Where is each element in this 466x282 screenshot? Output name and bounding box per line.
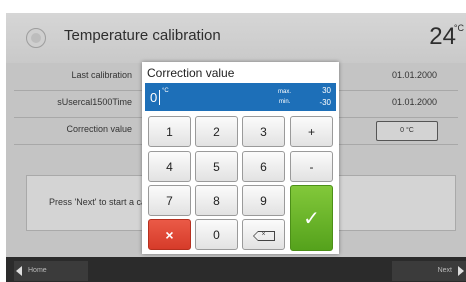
key-7[interactable]: 7	[148, 185, 191, 216]
backspace-x-glyph: ×	[261, 230, 266, 238]
key-8[interactable]: 8	[195, 185, 238, 216]
key-4[interactable]: 4	[148, 151, 191, 182]
key-1[interactable]: 1	[148, 116, 191, 147]
page-title: Temperature calibration	[64, 27, 221, 44]
row-value: 01.01.2000	[392, 97, 438, 107]
max-value: 30	[322, 86, 331, 95]
key-5[interactable]: 5	[195, 151, 238, 182]
backspace-icon: ×	[252, 230, 275, 241]
key-6[interactable]: 6	[242, 151, 285, 182]
key-9[interactable]: 9	[242, 185, 285, 216]
footer-bar: Home Next	[6, 257, 466, 282]
temperature-unit: °C	[453, 23, 464, 33]
row-label: Correction value	[66, 124, 132, 134]
key-0[interactable]: 0	[195, 219, 238, 250]
key-2[interactable]: 2	[195, 116, 238, 147]
entered-value: 0	[150, 90, 158, 105]
text-cursor	[159, 90, 160, 105]
backspace-button[interactable]: ×	[242, 219, 285, 250]
min-value: -30	[319, 98, 331, 107]
home-button[interactable]: Home	[14, 261, 88, 281]
next-button[interactable]: Next	[392, 261, 466, 281]
cancel-x-button[interactable]: ×	[148, 219, 191, 250]
home-label: Home	[28, 267, 47, 274]
temperature-readout: 24	[429, 23, 456, 50]
row-value: 01.01.2000	[392, 70, 438, 80]
key-plus[interactable]: +	[290, 116, 333, 147]
dialog-title: Correction value	[147, 66, 235, 80]
max-label: max.	[278, 89, 292, 95]
key-minus[interactable]: -	[290, 151, 333, 182]
correction-value-dialog: Correction value 0 °C max. min. 30 -30 1…	[142, 62, 339, 254]
row-label: Last calibration	[71, 70, 132, 80]
next-label: Next	[437, 267, 452, 274]
arrow-right-icon	[458, 266, 464, 276]
menu-dial-icon[interactable]	[26, 28, 46, 48]
arrow-left-icon	[16, 266, 22, 276]
value-unit: °C	[162, 88, 169, 94]
key-3[interactable]: 3	[242, 116, 285, 147]
header-bar: Temperature calibration 24 °C	[6, 13, 466, 63]
correction-value-button[interactable]: 0 °C	[376, 121, 438, 141]
value-display: 0 °C max. min. 30 -30	[145, 83, 336, 111]
confirm-check-button[interactable]: ✓	[290, 185, 333, 251]
row-label: sUsercal1500Time	[57, 97, 132, 107]
min-label: min.	[279, 99, 291, 105]
